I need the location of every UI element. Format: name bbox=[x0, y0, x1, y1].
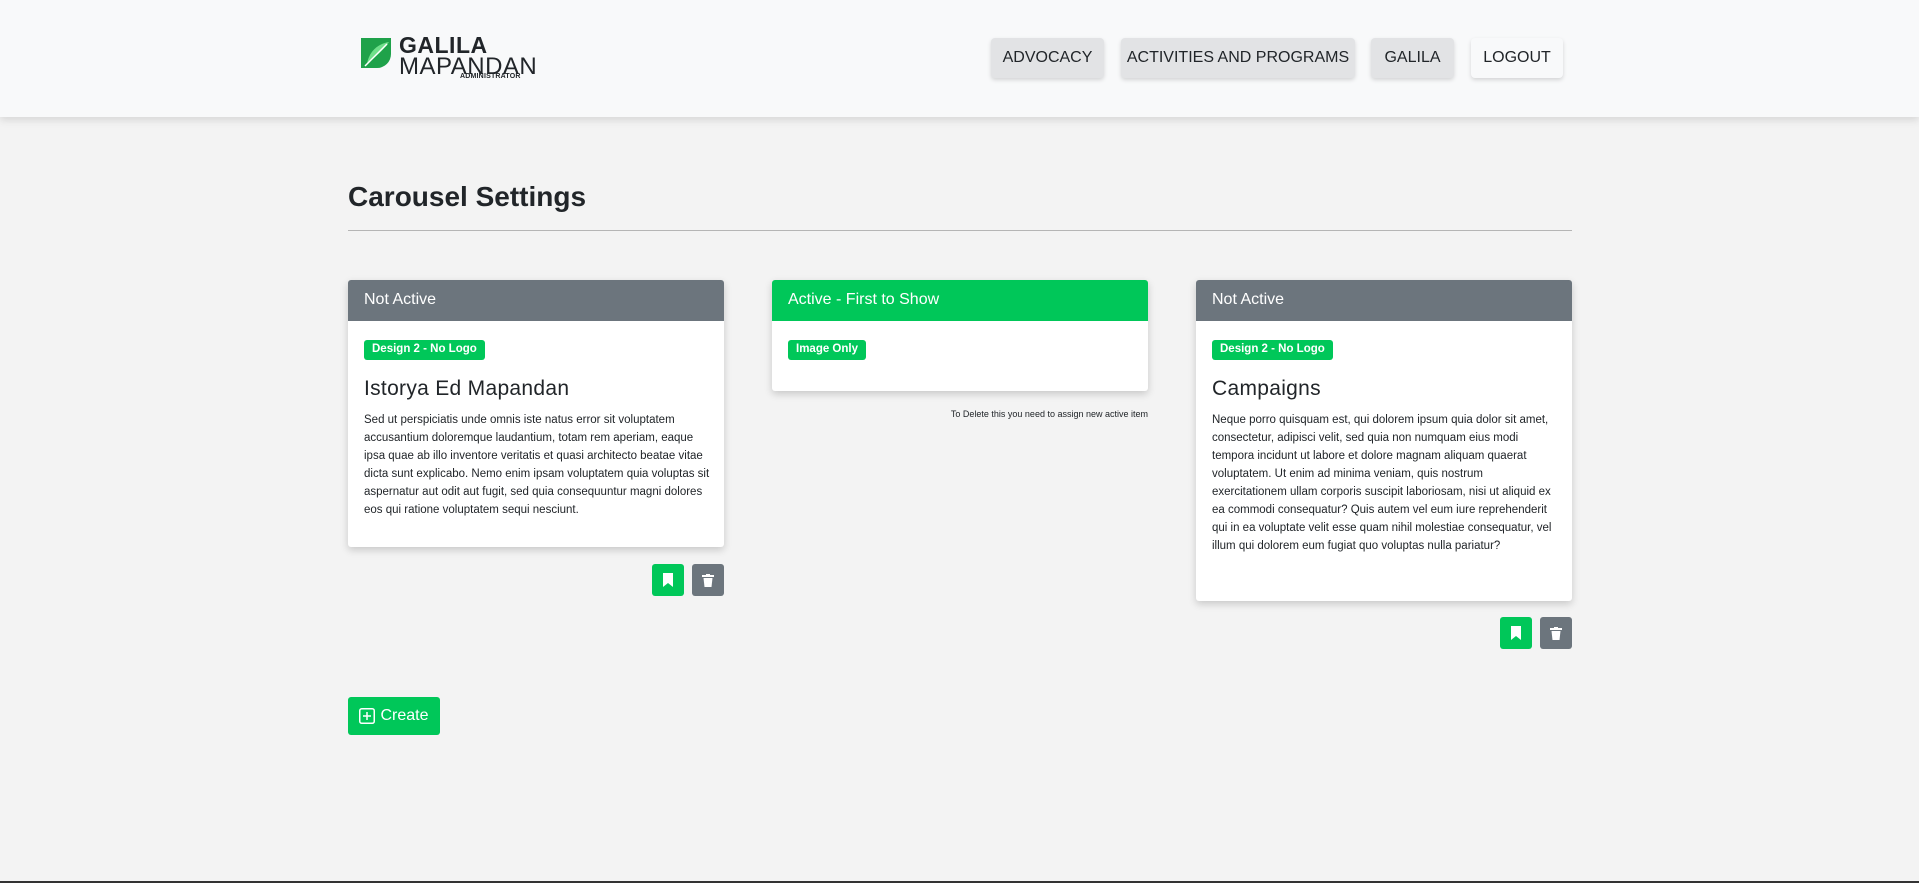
logout-button[interactable]: LOGOUT bbox=[1471, 38, 1563, 78]
bookmark-icon bbox=[1511, 626, 1521, 640]
card-title: Istorya Ed Mapandan bbox=[364, 377, 570, 400]
nav-galila-button[interactable]: GALILA bbox=[1371, 38, 1454, 78]
design-badge: Image Only bbox=[788, 340, 866, 360]
bookmark-icon bbox=[663, 573, 673, 587]
card-text: Sed ut perspiciatis unde omnis iste natu… bbox=[364, 414, 710, 516]
trash-icon bbox=[702, 573, 714, 587]
trash-icon bbox=[1550, 626, 1562, 640]
delete-button[interactable] bbox=[1540, 617, 1572, 649]
top-navbar: GALILA MAPANDAN ADMINISTRATOR ADVOCACY A… bbox=[0, 0, 1919, 117]
design-badge: Design 2 - No Logo bbox=[364, 340, 485, 360]
card-text: Neque porro quisquam est, qui dolorem ip… bbox=[1212, 414, 1552, 552]
delete-button[interactable] bbox=[692, 564, 724, 596]
nav-activities-button[interactable]: ACTIVITIES AND PROGRAMS bbox=[1121, 38, 1355, 78]
set-active-button[interactable] bbox=[652, 564, 684, 596]
card-title: Campaigns bbox=[1212, 377, 1321, 400]
carousel-card: Not Active Design 2 - No Logo Istorya Ed… bbox=[348, 280, 724, 547]
leaf-icon bbox=[361, 38, 391, 68]
set-active-button[interactable] bbox=[1500, 617, 1532, 649]
page-title: Carousel Settings bbox=[348, 181, 587, 212]
carousel-card-active: Active - First to Show Image Only bbox=[772, 280, 1148, 391]
logo-text-administrator: ADMINISTRATOR bbox=[460, 73, 521, 80]
plus-square-icon bbox=[359, 708, 376, 724]
create-button[interactable]: Create bbox=[348, 697, 440, 735]
nav-advocacy-button[interactable]: ADVOCACY bbox=[991, 38, 1104, 78]
card-status-header: Not Active bbox=[1196, 280, 1572, 321]
title-divider bbox=[348, 230, 1572, 231]
site-logo[interactable]: GALILA MAPANDAN ADMINISTRATOR bbox=[357, 32, 537, 84]
card-status-header: Not Active bbox=[348, 280, 724, 321]
carousel-card: Not Active Design 2 - No Logo Campaigns … bbox=[1196, 280, 1572, 601]
design-badge: Design 2 - No Logo bbox=[1212, 340, 1333, 360]
delete-hint-text: To Delete this you need to assign new ac… bbox=[950, 409, 1148, 419]
card-status-header: Active - First to Show bbox=[772, 280, 1148, 321]
create-button-label: Create bbox=[380, 707, 429, 724]
